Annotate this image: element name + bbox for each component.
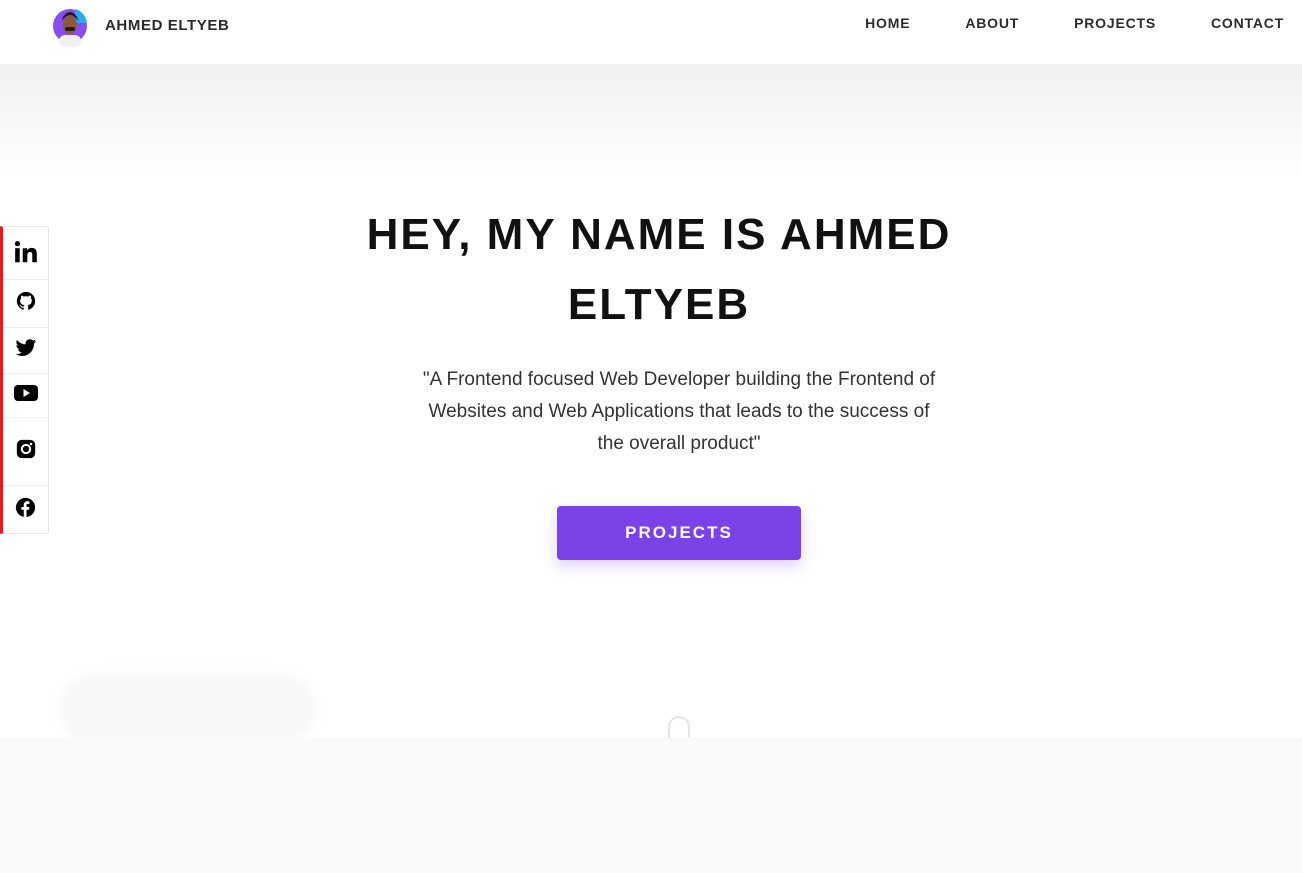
linkedin-icon	[13, 239, 39, 270]
hero-subtitle: "A Frontend focused Web Developer buildi…	[422, 369, 936, 454]
brand-link[interactable]: AHMED ELTYEB	[50, 3, 229, 47]
instagram-icon	[16, 439, 36, 464]
hero-section: HEY, MY NAME IS AHMED ELTYEB "A Frontend…	[0, 64, 1302, 746]
avatar	[50, 3, 90, 47]
hero-title: HEY, MY NAME IS AHMED ELTYEB	[366, 210, 952, 329]
facebook-link[interactable]	[3, 486, 48, 534]
hero-top-shade	[0, 64, 1302, 174]
nav-about[interactable]: ABOUT	[965, 15, 1019, 31]
social-bar	[0, 226, 49, 534]
hero-decor-blob	[60, 674, 315, 744]
youtube-link[interactable]	[3, 374, 48, 418]
nav-contact[interactable]: CONTACT	[1211, 15, 1284, 31]
linkedin-link[interactable]	[3, 230, 48, 280]
nav-home[interactable]: HOME	[865, 15, 910, 31]
brand-name: AHMED ELTYEB	[105, 16, 230, 34]
page: AHMED ELTYEB HOME ABOUT PROJECTS CONTACT…	[0, 0, 1302, 873]
nav-projects[interactable]: PROJECTS	[1074, 15, 1156, 31]
twitter-icon	[14, 337, 38, 364]
github-link[interactable]	[3, 280, 48, 328]
projects-button[interactable]: PROJECTS	[557, 506, 801, 560]
github-icon	[15, 290, 37, 317]
site-header: AHMED ELTYEB HOME ABOUT PROJECTS CONTACT	[0, 0, 1302, 64]
facebook-icon	[15, 497, 36, 523]
next-section	[0, 738, 1302, 873]
instagram-link[interactable]	[3, 418, 48, 486]
main-nav: HOME ABOUT PROJECTS CONTACT	[810, 15, 1284, 31]
youtube-icon	[13, 383, 39, 408]
twitter-link[interactable]	[3, 328, 48, 374]
